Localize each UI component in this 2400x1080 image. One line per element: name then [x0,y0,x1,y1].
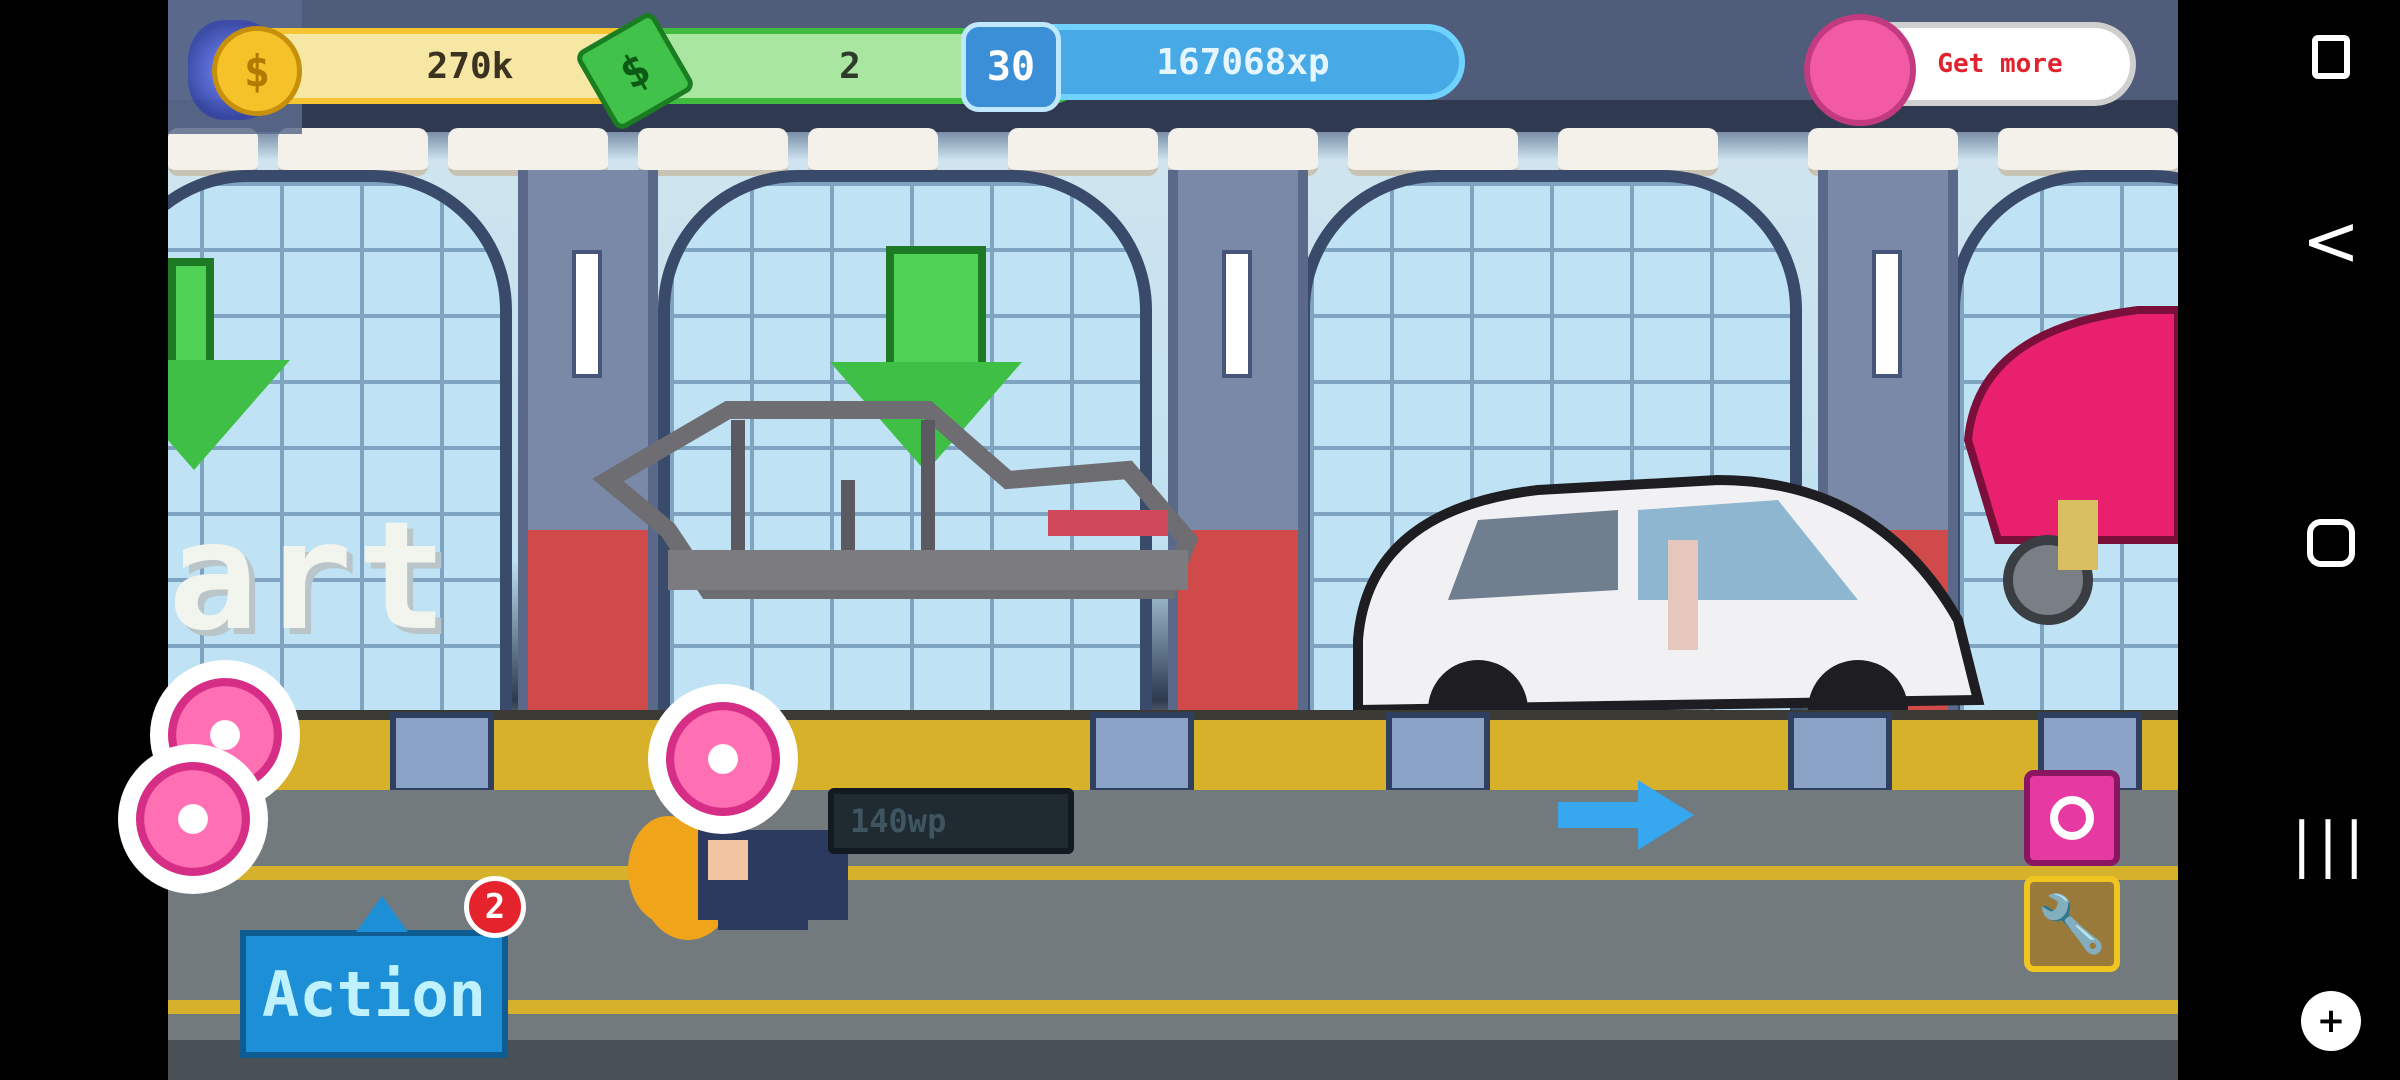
ceiling-light [1348,128,1518,176]
conveyor-cart [1090,712,1194,794]
action-label: Action [262,957,486,1031]
ceiling-light [1998,128,2178,176]
recents-icon[interactable]: ||| [2292,810,2366,880]
action-notification-badge: 2 [464,876,526,938]
green-arrow-shaft [886,246,986,372]
ceiling-light [168,128,258,176]
wrench-icon: 🔧 [2037,892,2107,957]
ceiling-light [1808,128,1958,176]
ceiling-light [1558,128,1718,176]
back-icon[interactable]: < [2296,200,2366,282]
ceiling-light [1168,128,1318,176]
coin-icon: $ [212,26,302,116]
blue-arrow-right-icon [1558,780,1694,850]
green-arrow-down-icon [168,360,290,470]
start-sign-text: art [168,490,451,664]
ceiling-light [808,128,938,176]
conveyor-cart [390,712,494,794]
red-car[interactable] [1958,290,2178,630]
get-more-donuts-button[interactable]: Get more [1804,14,2136,126]
donut-shop-button[interactable] [2024,770,2120,866]
ceiling-light [638,128,788,176]
screenshot-icon[interactable] [2296,22,2366,92]
car-frame-stage[interactable] [588,400,1358,630]
gamepad-icon[interactable]: + [2296,986,2366,1056]
ceiling-light [278,128,428,176]
action-button[interactable]: Action [240,896,508,1058]
donut-speech-bubble[interactable] [118,744,268,894]
action-arrow-icon [356,896,408,932]
ceiling-light [448,128,608,176]
ceiling-light [1008,128,1158,176]
donut-ring-icon [2050,796,2094,840]
system-navigation-bar [2178,0,2400,1080]
home-icon[interactable] [2296,508,2366,578]
worker-power-label: 140wp [828,788,1074,854]
donut-icon [666,702,780,816]
donut-icon [1804,14,1916,126]
donut-speech-bubble[interactable] [648,684,798,834]
conveyor-cart [1386,712,1490,794]
floor-stripe [168,866,2178,880]
donut-icon [136,762,250,876]
xp-badge-icon: 30 [961,22,1061,112]
xp-counter[interactable]: 30 167068xp [961,22,1465,112]
upgrade-wrench-button[interactable]: 🔧 [2024,876,2120,972]
conveyor-cart [1788,712,1892,794]
